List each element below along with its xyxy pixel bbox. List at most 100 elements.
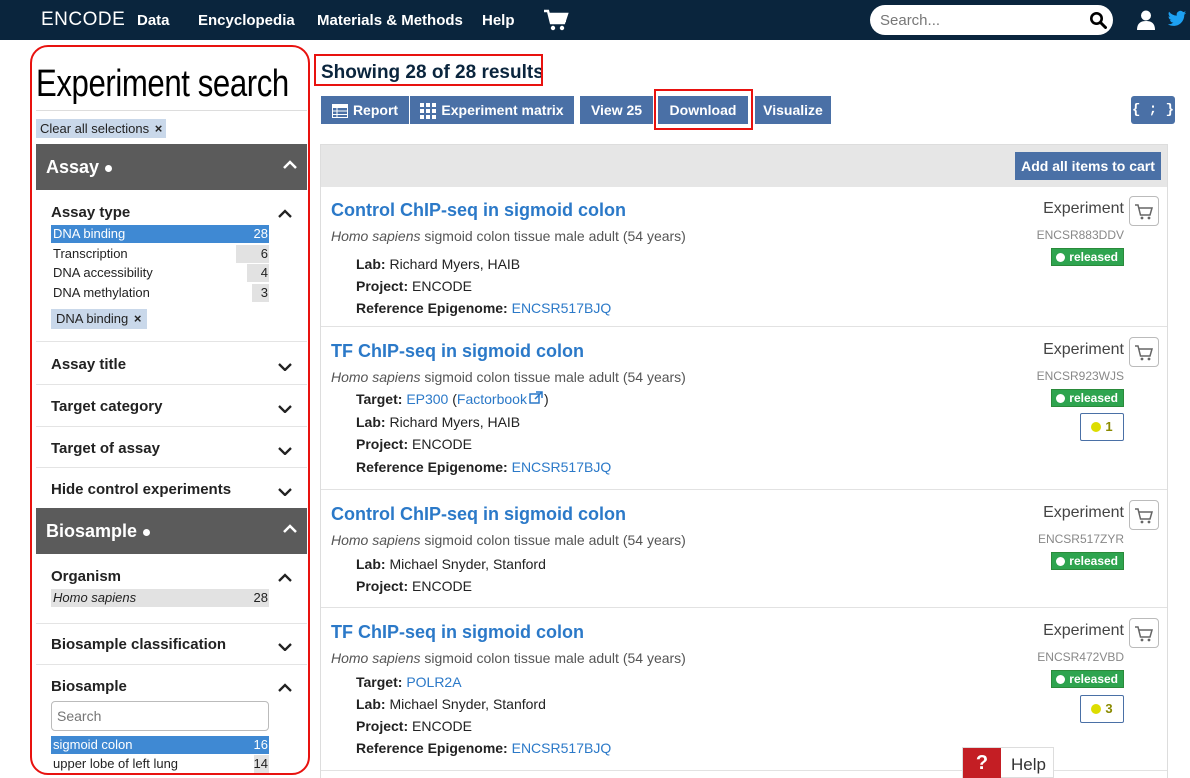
search-icon[interactable]	[1089, 11, 1107, 29]
status-dot-icon	[1056, 557, 1066, 566]
add-to-cart-button[interactable]	[1129, 618, 1159, 648]
add-to-cart-button[interactable]	[1129, 196, 1159, 226]
user-icon[interactable]	[1137, 10, 1155, 30]
brand-logo[interactable]: ENCODE	[41, 9, 125, 31]
help-button[interactable]: ? Help	[962, 747, 1054, 778]
result-item: TF ChIP-seq in sigmoid colon Homo sapien…	[321, 337, 1167, 481]
field-value: Michael Snyder, Stanford	[389, 556, 546, 572]
result-item: Control ChIP-seq in sigmoid colon Homo s…	[321, 196, 1167, 320]
cart-icon	[1135, 626, 1153, 642]
ref-epigenome-field: Reference Epigenome: ENCSR517BJQ	[356, 459, 611, 475]
accession: ENCSR923WJS	[1036, 369, 1124, 383]
biosample-desc: sigmoid colon tissue male adult (54 year…	[420, 650, 686, 666]
audit-button[interactable]: 1	[1080, 413, 1124, 441]
result-item: TF ChIP-seq in sigmoid colon Homo sapien…	[321, 618, 1167, 762]
results-panel: Add all items to cart Control ChIP-seq i…	[320, 144, 1168, 778]
result-title-link[interactable]: TF ChIP-seq in sigmoid colon	[331, 622, 584, 643]
species: Homo sapiens	[331, 228, 421, 244]
result-title-link[interactable]: Control ChIP-seq in sigmoid colon	[331, 504, 626, 525]
ref-epigenome-field: Reference Epigenome: ENCSR517BJQ	[356, 300, 611, 316]
results-header: Add all items to cart	[321, 145, 1167, 187]
target-field: Target: POLR2A	[356, 674, 462, 690]
field-label: Lab:	[356, 414, 386, 430]
result-subtitle: Homo sapiens sigmoid colon tissue male a…	[331, 532, 686, 548]
add-to-cart-button[interactable]	[1129, 500, 1159, 530]
status-badge: released	[1051, 552, 1124, 570]
ref-epigenome-link[interactable]: ENCSR517BJQ	[512, 300, 612, 316]
add-to-cart-button[interactable]	[1129, 337, 1159, 367]
visualize-button[interactable]: Visualize	[755, 96, 831, 124]
add-all-to-cart-button[interactable]: Add all items to cart	[1015, 152, 1161, 180]
field-value: Richard Myers, HAIB	[389, 256, 521, 272]
project-field: Project: ENCODE	[356, 278, 472, 294]
accession: ENCSR883DDV	[1036, 228, 1124, 242]
highlight-box-download	[654, 89, 753, 130]
species: Homo sapiens	[331, 532, 421, 548]
lab-field: Lab: Michael Snyder, Stanford	[356, 556, 546, 572]
view-25-button[interactable]: View 25	[580, 96, 653, 124]
status-label: released	[1069, 250, 1118, 264]
ref-epigenome-link[interactable]: ENCSR517BJQ	[512, 740, 612, 756]
highlight-box-sidebar	[30, 45, 310, 775]
external-link-icon[interactable]	[529, 391, 544, 404]
result-type: Experiment	[1043, 504, 1124, 521]
field-value: ENCODE	[412, 578, 472, 594]
json-button[interactable]: { ; }	[1131, 96, 1175, 124]
nav-encyclopedia[interactable]: Encyclopedia	[198, 12, 295, 29]
experiment-matrix-button[interactable]: Experiment matrix	[410, 96, 574, 124]
result-subtitle: Homo sapiens sigmoid colon tissue male a…	[331, 369, 686, 385]
project-field: Project: ENCODE	[356, 718, 472, 734]
result-subtitle: Homo sapiens sigmoid colon tissue male a…	[331, 228, 686, 244]
status-badge: released	[1051, 248, 1124, 266]
field-label: Project:	[356, 436, 409, 452]
project-field: Project: ENCODE	[356, 578, 472, 594]
status-dot-icon	[1056, 394, 1066, 403]
field-label: Target:	[356, 391, 403, 407]
field-label: Project:	[356, 718, 409, 734]
field-label: Reference Epigenome:	[356, 459, 508, 475]
audit-button[interactable]: 3	[1080, 695, 1124, 723]
lab-field: Lab: Richard Myers, HAIB	[356, 414, 520, 430]
help-label: Help	[1011, 755, 1046, 774]
twitter-icon[interactable]	[1167, 10, 1187, 28]
audit-count: 1	[1105, 419, 1113, 434]
ref-epigenome-link[interactable]: ENCSR517BJQ	[512, 459, 612, 475]
field-label: Project:	[356, 578, 409, 594]
result-item: Control ChIP-seq in sigmoid colon Homo s…	[321, 500, 1167, 604]
cart-icon[interactable]	[543, 9, 569, 31]
target-link[interactable]: POLR2A	[406, 674, 461, 690]
status-label: released	[1069, 554, 1118, 568]
target-link[interactable]: EP300	[406, 391, 448, 407]
nav-materials-methods[interactable]: Materials & Methods	[317, 12, 463, 29]
nav-help[interactable]: Help	[482, 12, 515, 29]
status-label: released	[1069, 672, 1118, 686]
audit-warning-icon	[1091, 422, 1102, 432]
report-button[interactable]: Report	[321, 96, 409, 124]
nav-search-input[interactable]	[880, 10, 1080, 30]
result-type: Experiment	[1043, 200, 1124, 217]
status-label: released	[1069, 391, 1118, 405]
target-field: Target: EP300 (Factorbook)	[356, 391, 549, 407]
field-label: Lab:	[356, 556, 386, 572]
grid-icon	[420, 103, 437, 120]
accession: ENCSR517ZYR	[1037, 532, 1124, 546]
accession: ENCSR472VBD	[1037, 650, 1124, 664]
result-title-link[interactable]: TF ChIP-seq in sigmoid colon	[331, 341, 584, 362]
question-icon: ?	[963, 748, 1001, 778]
status-dot-icon	[1056, 675, 1066, 684]
field-value: Michael Snyder, Stanford	[389, 696, 546, 712]
biosample-desc: sigmoid colon tissue male adult (54 year…	[420, 228, 686, 244]
lab-field: Lab: Richard Myers, HAIB	[356, 256, 520, 272]
result-title-link[interactable]: Control ChIP-seq in sigmoid colon	[331, 200, 626, 221]
ref-epigenome-field: Reference Epigenome: ENCSR517BJQ	[356, 740, 611, 756]
result-type: Experiment	[1043, 341, 1124, 358]
divider	[321, 489, 1167, 490]
field-value: Richard Myers, HAIB	[389, 414, 521, 430]
nav-data[interactable]: Data	[137, 12, 170, 29]
cart-icon	[1135, 204, 1153, 220]
field-label: Project:	[356, 278, 409, 294]
field-label: Reference Epigenome:	[356, 300, 508, 316]
biosample-desc: sigmoid colon tissue male adult (54 year…	[420, 532, 686, 548]
factorbook-link[interactable]: Factorbook	[457, 391, 527, 407]
top-navbar: ENCODE Data Encyclopedia Materials & Met…	[0, 0, 1190, 40]
